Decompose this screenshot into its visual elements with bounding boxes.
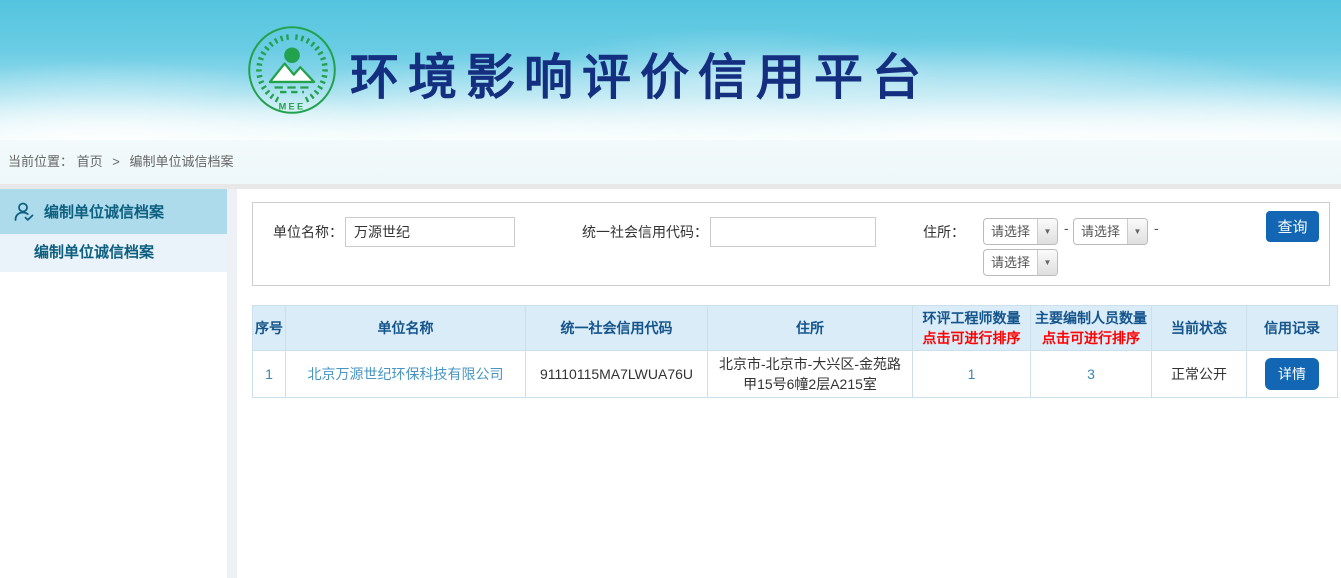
site-title: 环境影响评价信用平台 [350,38,930,109]
address-label: 住所： [908,217,965,247]
sort-engineer-count[interactable]: 点击可进行排序 [915,328,1028,348]
cell-engineer-count: 1 [913,351,1031,398]
province-select-value: 请选择 [984,219,1037,244]
cell-index: 1 [253,351,286,398]
breadcrumb-prefix: 当前位置： [8,154,73,169]
cell-staff-count: 3 [1031,351,1152,398]
cell-address: 北京市-北京市-大兴区-金苑路甲15号6幢2层A215室 [708,351,913,398]
sidebar-item-label: 编制单位诚信档案 [34,244,154,261]
breadcrumb-separator: > [112,154,120,169]
chevron-down-icon: ▼ [1037,250,1057,275]
site-header: MEE 环境影响评价信用平台 [0,0,1341,140]
address-dash: - [1154,215,1159,242]
col-unit-name: 单位名称 [286,306,526,351]
unit-name-input[interactable] [345,217,515,247]
sidebar: 编制单位诚信档案 编制单位诚信档案 [0,189,227,272]
content-area: 编制单位诚信档案 编制单位诚信档案 单位名称： 统一社会信用代码： 住所： 请选… [0,189,1341,578]
mee-logo-icon: MEE [246,24,338,116]
cell-status: 正常公开 [1152,351,1247,398]
sort-staff-count[interactable]: 点击可进行排序 [1033,328,1149,348]
district-select-value: 请选择 [984,250,1037,275]
detail-button[interactable]: 详情 [1265,358,1319,390]
query-button[interactable]: 查询 [1266,211,1319,242]
col-engineer-count: 环评工程师数量 点击可进行排序 [913,306,1031,351]
col-address: 住所 [708,306,913,351]
chevron-down-icon: ▼ [1037,219,1057,244]
address-dash: - [1064,215,1069,242]
city-select-value: 请选择 [1074,219,1127,244]
city-select[interactable]: 请选择 ▼ [1073,218,1148,245]
svg-text:MEE: MEE [279,102,306,112]
user-check-icon [12,200,36,224]
page: MEE 环境影响评价信用平台 当前位置： 首页 > 编制单位诚信档案 编制单位诚 [0,0,1341,578]
breadcrumb-home-link[interactable]: 首页 [77,154,103,169]
cell-credit-record: 详情 [1247,351,1338,398]
staff-count-link[interactable]: 3 [1087,366,1095,382]
cell-credit-code: 91110115MA7LWUA76U [526,351,708,398]
table-row: 1 北京万源世纪环保科技有限公司 91110115MA7LWUA76U 北京市-… [253,351,1338,398]
breadcrumb: 当前位置： 首页 > 编制单位诚信档案 [0,140,1341,184]
search-panel: 单位名称： 统一社会信用代码： 住所： 请选择 ▼ - 请选择 ▼ - 请选择 … [252,202,1330,286]
district-select[interactable]: 请选择 ▼ [983,249,1058,276]
chevron-down-icon: ▼ [1127,219,1147,244]
province-select[interactable]: 请选择 ▼ [983,218,1058,245]
unit-name-label: 单位名称： [253,217,343,247]
sidebar-item-archive[interactable]: 编制单位诚信档案 [0,234,227,272]
credit-code-label: 统一社会信用代码： [573,217,708,247]
col-status: 当前状态 [1152,306,1247,351]
col-index: 序号 [253,306,286,351]
unit-name-link[interactable]: 北京万源世纪环保科技有限公司 [308,366,504,382]
credit-code-input[interactable] [710,217,876,247]
sidebar-header-label: 编制单位诚信档案 [44,201,164,222]
col-staff-count: 主要编制人员数量 点击可进行排序 [1031,306,1152,351]
sidebar-header-archive[interactable]: 编制单位诚信档案 [0,189,227,234]
engineer-count-link[interactable]: 1 [968,366,976,382]
cell-unit-name: 北京万源世纪环保科技有限公司 [286,351,526,398]
breadcrumb-current: 编制单位诚信档案 [130,154,234,169]
col-credit-record: 信用记录 [1247,306,1338,351]
results-table: 序号 单位名称 统一社会信用代码 住所 环评工程师数量 点击可进行排序 主要编制… [252,305,1338,398]
col-credit-code: 统一社会信用代码 [526,306,708,351]
table-header-row: 序号 单位名称 统一社会信用代码 住所 环评工程师数量 点击可进行排序 主要编制… [253,306,1338,351]
sidebar-divider [227,189,237,578]
